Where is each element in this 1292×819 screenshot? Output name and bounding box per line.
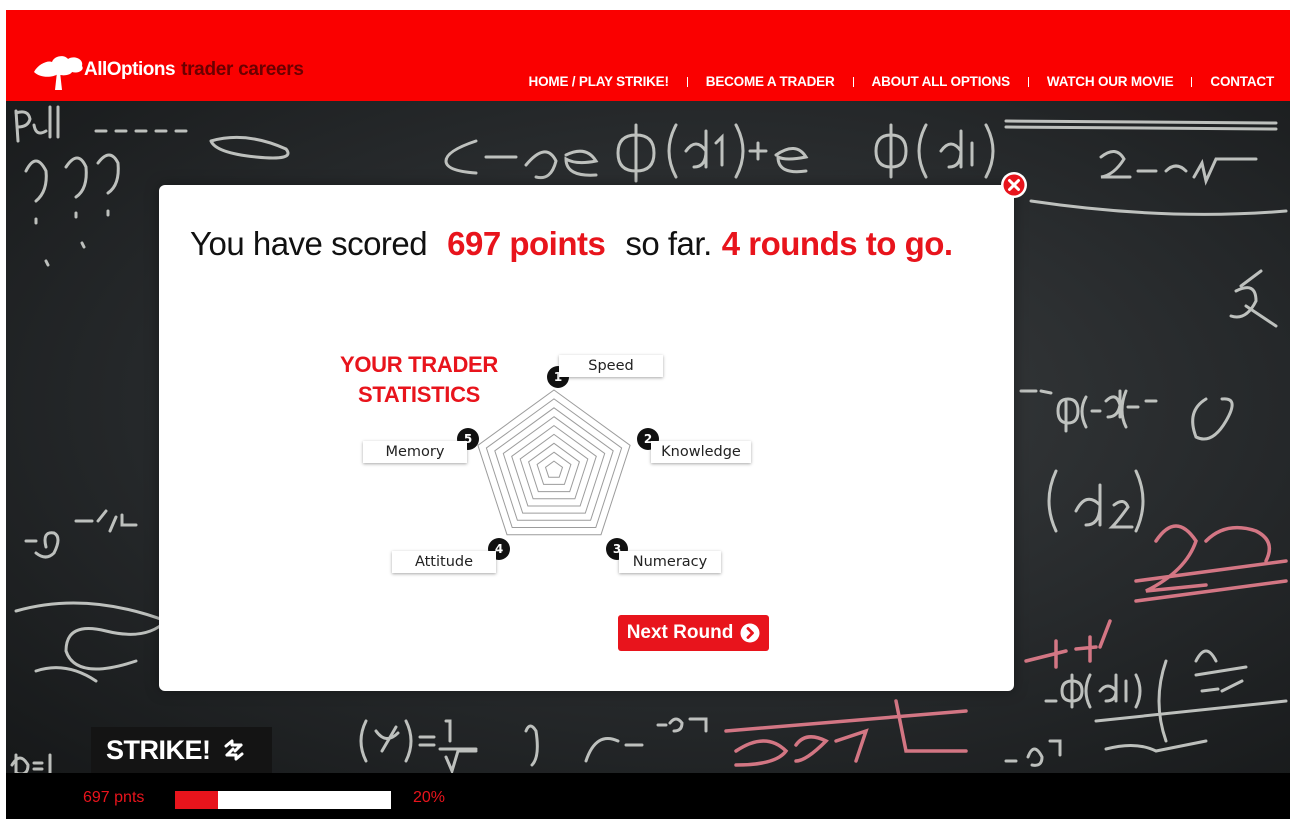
page-frame: AllOptions trader careers HOME / PLAY ST…	[6, 10, 1290, 819]
score-prefix: You have scored	[190, 225, 428, 262]
progress-percent: 20%	[413, 789, 446, 806]
tree-icon	[34, 56, 83, 90]
score-modal: You have scored 697 points so far. 4 rounds…	[159, 185, 1014, 691]
nav-divider	[1027, 76, 1029, 87]
stat-label-speed: Speed	[559, 355, 663, 377]
stat-label-memory: Memory	[363, 441, 467, 463]
stat-label-numeracy: Numeracy	[619, 551, 721, 573]
site-header: AllOptions trader careers HOME / PLAY ST…	[6, 10, 1290, 101]
stats-title-line1: YOUR TRADER	[339, 352, 499, 377]
stat-label-attitude: Attitude	[392, 551, 496, 573]
strike-title: STRIKE!	[106, 734, 211, 765]
strike-game-badge: STRIKE!	[91, 727, 272, 773]
close-icon[interactable]	[1000, 171, 1028, 199]
nav-about-all-options[interactable]: ABOUT ALL OPTIONS	[872, 74, 1011, 89]
nav-divider	[852, 76, 854, 87]
trader-stats-radar	[477, 389, 631, 536]
points-counter: 697 pnts	[83, 789, 145, 806]
nav-become-a-trader[interactable]: BECOME A TRADER	[706, 74, 835, 89]
chevron-right-circle-icon	[740, 623, 760, 643]
next-round-button[interactable]: Next Round	[618, 615, 769, 651]
rounds-left: 4 rounds to go.	[721, 225, 953, 262]
nav-divider	[686, 76, 688, 87]
next-round-label: Next Round	[626, 622, 734, 643]
nav-watch-our-movie[interactable]: WATCH OUR MOVIE	[1047, 74, 1174, 89]
radar-ring	[544, 460, 564, 478]
radar-ring	[536, 451, 572, 485]
main-nav: HOME / PLAY STRIKE! BECOME A TRADER ABOU…	[529, 74, 1275, 89]
radar-ring	[494, 407, 614, 521]
score-middle: so far.	[625, 225, 712, 262]
site-logo[interactable]: AllOptions trader careers	[30, 50, 304, 90]
logo-brand: AllOptions	[84, 59, 176, 80]
stat-label-knowledge: Knowledge	[651, 441, 751, 463]
arrows-cycle-icon	[224, 739, 243, 761]
nav-home-play-strike[interactable]: HOME / PLAY STRIKE!	[529, 74, 669, 89]
nav-contact[interactable]: CONTACT	[1210, 74, 1274, 89]
progress-bar	[175, 791, 391, 809]
game-status-bar: 697 pnts 20%	[6, 773, 1290, 819]
logo-tagline: trader careers	[181, 59, 304, 80]
progress-bar-fill	[175, 791, 219, 809]
score-summary: You have scored 697 points so far. 4 rounds…	[190, 225, 953, 263]
score-points: 697 points	[447, 225, 606, 262]
nav-divider	[1191, 76, 1193, 87]
